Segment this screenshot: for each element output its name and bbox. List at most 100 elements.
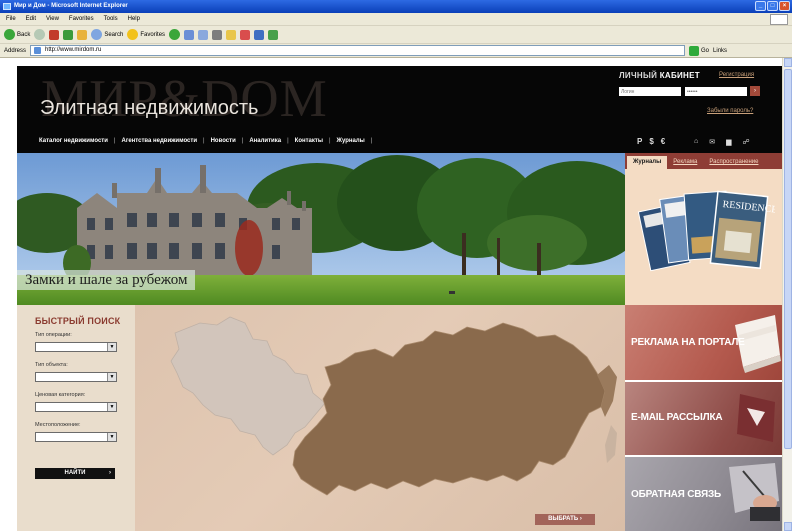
chevron-down-icon: ▼ xyxy=(107,433,116,441)
search-button[interactable]: Search xyxy=(91,29,123,40)
promo-email[interactable]: E-MAIL РАССЫЛКА xyxy=(625,382,784,455)
links-button[interactable]: Links xyxy=(713,48,727,54)
quick-search-title: БЫСТРЫЙ ПОИСК xyxy=(35,316,121,326)
site-container: МИР&DOM Элитная недвижимость ЛИЧНЫЙ КАБИ… xyxy=(17,66,784,531)
go-button[interactable]: Go xyxy=(689,45,709,56)
favorites-button[interactable]: Favorites xyxy=(127,29,165,40)
chevron-down-icon: ▼ xyxy=(107,343,116,351)
quick-search-panel: БЫСТРЫЙ ПОИСК Тип операции: ▼ Тип объект… xyxy=(17,305,135,531)
minimize-button[interactable]: _ xyxy=(755,1,766,11)
menu-favorites[interactable]: Favorites xyxy=(69,16,94,22)
russia-map xyxy=(170,316,617,496)
login-submit-button[interactable]: › xyxy=(750,86,760,96)
map-region-main[interactable] xyxy=(292,322,606,496)
arrow-right-icon: › xyxy=(109,470,111,476)
print-icon[interactable] xyxy=(212,29,223,40)
map-region-west[interactable] xyxy=(170,316,326,456)
location-label: Местоположение: xyxy=(35,422,81,428)
personal-cabinet-title: ЛИЧНЫЙ КАБИНЕТ xyxy=(619,71,700,80)
forward-arrow-icon xyxy=(34,29,46,40)
window-title: Мир и Дом - Microsoft Internet Explorer xyxy=(14,3,128,9)
page-viewport: МИР&DOM Элитная недвижимость ЛИЧНЫЙ КАБИ… xyxy=(0,58,792,531)
journals-tabs: Журналы Реклама Распространение xyxy=(625,153,784,169)
operation-type-select[interactable]: ▼ xyxy=(35,342,117,352)
history-icon[interactable] xyxy=(184,29,195,40)
research-icon[interactable] xyxy=(268,29,279,40)
currency-eur[interactable]: € xyxy=(661,137,665,146)
scrollbar-thumb[interactable] xyxy=(784,69,792,449)
tab-advertising[interactable]: Реклама xyxy=(667,156,703,169)
header-tools: ⌂ ✉ ▆ ☍ xyxy=(694,138,750,146)
browser-toolbar: Back Search Favorites xyxy=(0,26,792,44)
currency-usd[interactable]: $ xyxy=(649,137,653,146)
chevron-down-icon: ▼ xyxy=(107,373,116,381)
refresh-icon[interactable] xyxy=(63,29,74,40)
nav-news[interactable]: Новости xyxy=(211,138,236,144)
tab-journals[interactable]: Журналы xyxy=(627,156,668,169)
address-label: Address xyxy=(4,47,27,54)
tab-distribution[interactable]: Распространение xyxy=(703,156,764,169)
magazine-covers[interactable]: RESIDENCE xyxy=(635,180,775,290)
menu-edit[interactable]: Edit xyxy=(26,16,36,22)
price-category-label: Ценовая категория: xyxy=(35,392,86,398)
nav-catalog[interactable]: Каталог недвижимости xyxy=(39,138,108,144)
home-icon[interactable]: ⌂ xyxy=(694,138,698,146)
scroll-up-icon[interactable] xyxy=(784,58,792,67)
go-arrow-icon xyxy=(689,45,700,56)
window-controls: _ □ × xyxy=(755,1,790,11)
url-input[interactable]: http://www.mirdom.ru xyxy=(30,45,686,56)
site-logo[interactable]: Элитная недвижимость xyxy=(40,97,258,120)
back-button[interactable]: Back xyxy=(4,29,30,40)
choose-button[interactable]: ВЫБРАТЬ › xyxy=(535,514,595,525)
maximize-button[interactable]: □ xyxy=(767,1,778,11)
promo-feedback-label: ОБРАТНАЯ СВЯЗЬ xyxy=(631,489,722,500)
discuss-icon[interactable] xyxy=(240,29,251,40)
window-title-bar: Мир и Дом - Microsoft Internet Explorer … xyxy=(0,0,792,13)
map-region-kamchatka[interactable] xyxy=(605,425,617,463)
journals-panel: Журналы Реклама Распространение RESIDENC… xyxy=(625,153,784,305)
mail-icon[interactable] xyxy=(198,29,209,40)
ie-icon xyxy=(3,3,11,10)
find-button[interactable]: НАЙТИ › xyxy=(35,468,115,479)
menu-tools[interactable]: Tools xyxy=(104,16,118,22)
region-map[interactable] xyxy=(135,305,625,531)
nav-journals[interactable]: Журналы xyxy=(337,138,365,144)
stop-icon[interactable] xyxy=(49,29,60,40)
promo-email-label: E-MAIL РАССЫЛКА xyxy=(631,412,723,423)
login-input[interactable] xyxy=(619,87,681,96)
forward-button[interactable] xyxy=(34,29,46,40)
password-input[interactable] xyxy=(685,87,747,96)
print-icon[interactable]: ▆ xyxy=(726,138,731,146)
star-icon xyxy=(127,29,139,40)
messenger-icon[interactable] xyxy=(254,29,265,40)
nav-contacts[interactable]: Контакты xyxy=(295,138,323,144)
promo-advertising[interactable]: РЕКЛАМА НА ПОРТАЛЕ xyxy=(625,305,784,380)
object-type-label: Тип объекта: xyxy=(35,362,68,368)
sitemap-icon[interactable]: ☍ xyxy=(743,138,750,146)
menu-file[interactable]: File xyxy=(6,16,16,22)
register-link[interactable]: Регистрация xyxy=(719,72,754,78)
arrow-right-icon: › xyxy=(579,516,582,522)
location-select[interactable]: ▼ xyxy=(35,432,117,442)
edit-icon[interactable] xyxy=(226,29,237,40)
menu-help[interactable]: Help xyxy=(128,16,140,22)
search-icon xyxy=(91,29,103,40)
forgot-password-link[interactable]: Забыли пароль? xyxy=(707,108,753,114)
currency-switcher: Р $ € xyxy=(637,137,665,146)
promo-feedback[interactable]: ОБРАТНАЯ СВЯЗЬ xyxy=(625,457,784,531)
object-type-select[interactable]: ▼ xyxy=(35,372,117,382)
media-icon[interactable] xyxy=(169,29,181,40)
hero-banner[interactable]: Замки и шале за рубежом xyxy=(17,153,625,305)
menu-bar: File Edit View Favorites Tools Help xyxy=(0,13,792,26)
close-button[interactable]: × xyxy=(779,1,790,11)
home-icon[interactable] xyxy=(77,29,88,40)
nav-agencies[interactable]: Агентства недвижимости xyxy=(121,138,197,144)
nav-analytics[interactable]: Аналитика xyxy=(249,138,281,144)
page-scrollbar[interactable] xyxy=(782,58,792,531)
menu-view[interactable]: View xyxy=(46,16,59,22)
scroll-down-icon[interactable] xyxy=(784,522,792,531)
mail-icon[interactable]: ✉ xyxy=(709,138,715,146)
windows-logo-icon xyxy=(770,14,788,25)
price-category-select[interactable]: ▼ xyxy=(35,402,117,412)
currency-rub[interactable]: Р xyxy=(637,137,642,146)
